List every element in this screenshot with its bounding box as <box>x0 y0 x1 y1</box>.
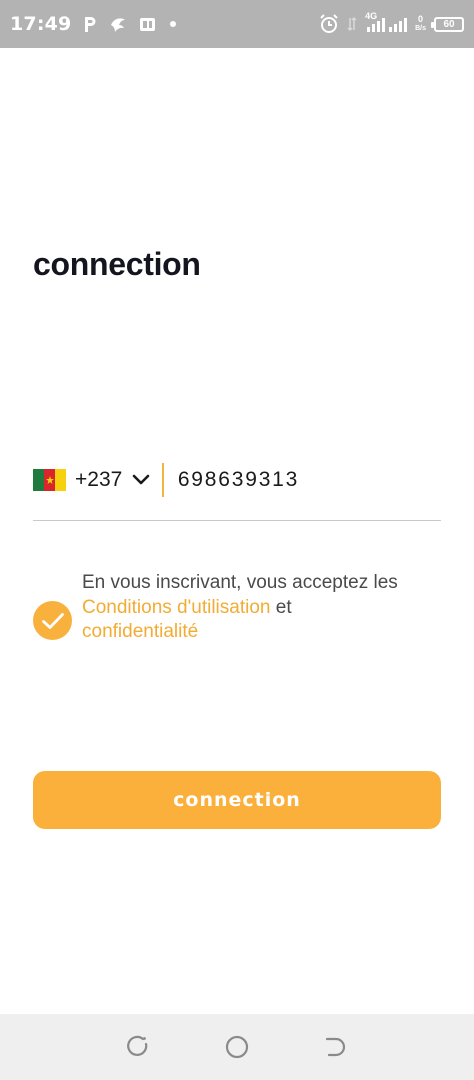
signal-icon: 4G <box>365 11 408 33</box>
country-code: +237 <box>75 468 123 491</box>
parking-icon <box>83 16 97 33</box>
status-time: 17:49 <box>10 13 72 35</box>
phone-underline <box>33 520 441 521</box>
phone-number-input[interactable] <box>177 468 398 492</box>
data-arrows-icon <box>347 16 357 32</box>
chevron-down-icon <box>132 474 150 486</box>
back-icon <box>326 1037 346 1057</box>
country-selector[interactable]: +237 <box>33 468 150 492</box>
back-button[interactable] <box>316 1027 356 1067</box>
home-circle-icon <box>225 1035 249 1059</box>
terms-checkbox[interactable] <box>33 601 72 640</box>
battery-icon: 60 <box>431 16 464 32</box>
terms-connector: et <box>275 596 292 618</box>
phone-row: +237 <box>33 458 441 502</box>
recents-icon <box>126 1035 147 1056</box>
network-type: 4G <box>365 11 378 21</box>
alarm-icon <box>319 14 339 34</box>
field-divider <box>162 463 164 497</box>
battery-level: 60 <box>443 18 455 30</box>
sim-icon <box>139 16 156 33</box>
terms-conditions-link[interactable]: Conditions d'utilisation <box>82 597 270 618</box>
privacy-link[interactable]: confidentialité <box>82 621 198 642</box>
data-speed-unit: B/s <box>415 25 426 32</box>
cameroon-flag-icon <box>33 469 66 491</box>
dot-icon <box>168 19 178 29</box>
page-title: connection <box>33 246 201 282</box>
terms-intro: En vous inscrivant, vous acceptez les <box>82 572 398 593</box>
status-bar: 17:49 4G 0 B/s 60 <box>0 0 474 48</box>
check-icon <box>41 612 64 629</box>
terms-text: En vous inscrivant, vous acceptez les Co… <box>82 571 422 645</box>
data-speed-value: 0 <box>418 14 424 24</box>
bird-icon <box>109 16 127 33</box>
connection-button[interactable]: connection <box>33 771 441 829</box>
navigation-bar <box>0 1014 474 1080</box>
home-button[interactable] <box>217 1027 257 1067</box>
recents-button[interactable] <box>118 1027 158 1067</box>
data-speed: 0 B/s <box>415 15 426 33</box>
